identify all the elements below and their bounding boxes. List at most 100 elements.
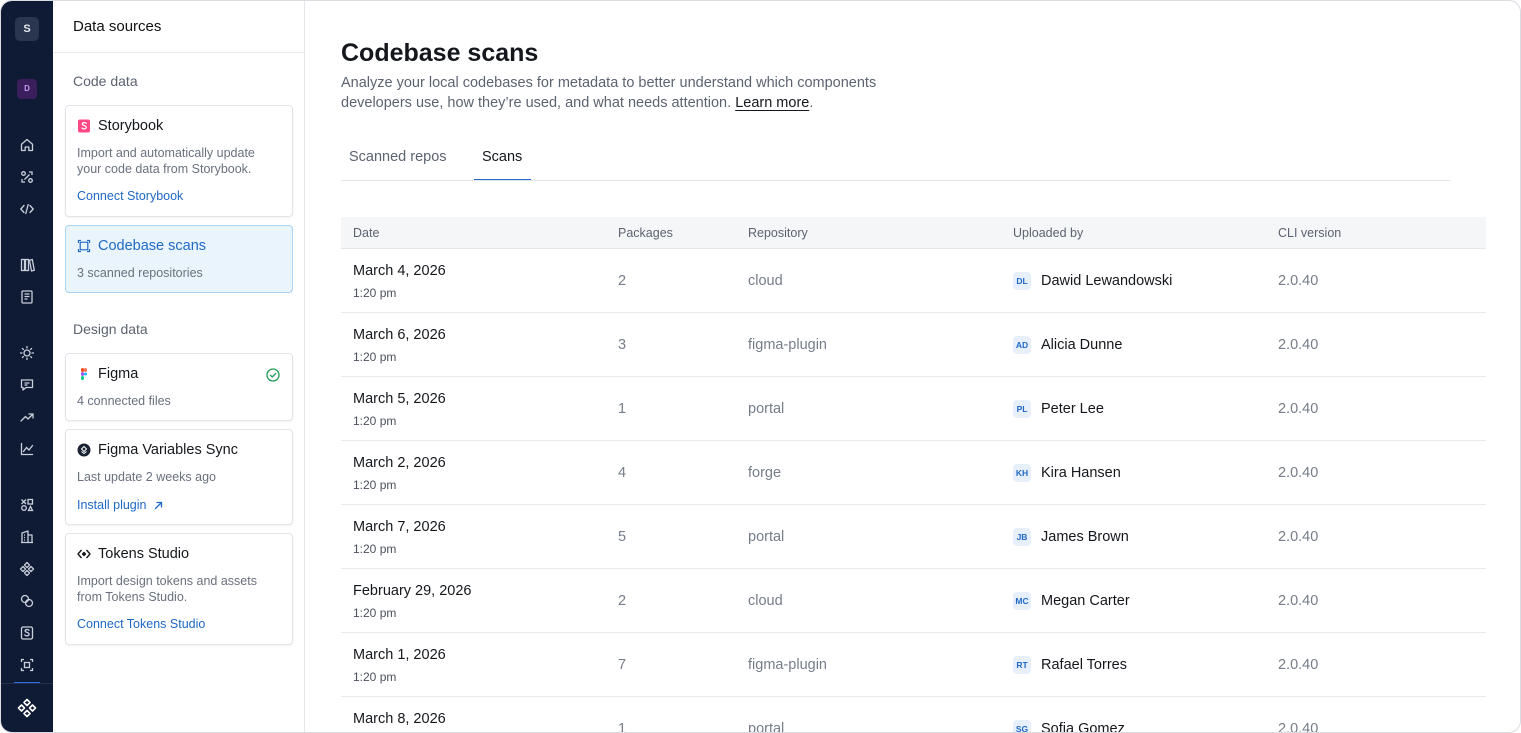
header-uploaded-by[interactable]: Uploaded by	[1013, 226, 1083, 240]
avatar: DL	[1013, 272, 1031, 290]
cli-version: 2.0.40	[1278, 529, 1319, 545]
brand-logo-icon[interactable]	[16, 697, 38, 719]
header-cli-version[interactable]: CLI version	[1278, 226, 1341, 240]
repository-name: figma-plugin	[748, 657, 827, 673]
scan-time: 1:20 pm	[353, 606, 397, 620]
icon-rail: S D	[1, 1, 53, 732]
table-row[interactable]: February 29, 2026 1:20 pm 2 cloud MC Meg…	[341, 569, 1486, 633]
scan-time: 1:20 pm	[353, 542, 397, 556]
scan-date: March 6, 2026	[353, 327, 446, 343]
scan-date: March 1, 2026	[353, 647, 446, 663]
tokens-studio-description: Import design tokens and assets from Tok…	[77, 574, 257, 604]
uploader-name: Kira Hansen	[1041, 465, 1121, 481]
uploader: DL Dawid Lewandowski	[1013, 272, 1172, 290]
install-plugin-link[interactable]: Install plugin	[77, 498, 164, 512]
uploader: KH Kira Hansen	[1013, 464, 1121, 482]
tab-scans[interactable]: Scans	[474, 149, 531, 181]
table-row[interactable]: March 1, 2026 1:20 pm 7 figma-plugin RT …	[341, 633, 1486, 697]
table-header: Date Packages Repository Uploaded by CLI…	[341, 217, 1486, 249]
scan-time: 1:20 pm	[353, 350, 397, 364]
uploader-name: Megan Carter	[1041, 593, 1130, 609]
tokens-studio-card[interactable]: Tokens Studio Import design tokens and a…	[65, 533, 293, 645]
connect-tokens-studio-label[interactable]: Connect Tokens Studio	[77, 617, 205, 631]
components-icon[interactable]	[19, 169, 35, 185]
uploader: MC Megan Carter	[1013, 592, 1130, 610]
page-title: Codebase scans	[341, 39, 539, 67]
shapes-icon[interactable]	[19, 497, 35, 513]
component-diamond-icon[interactable]	[19, 561, 35, 577]
panel-title: Data sources	[73, 18, 162, 35]
tab-underline-track	[341, 180, 1450, 181]
table-row[interactable]: March 4, 2026 1:20 pm 2 cloud DL Dawid L…	[341, 249, 1486, 313]
table-row[interactable]: March 7, 2026 1:20 pm 5 portal JB James …	[341, 505, 1486, 569]
table-row[interactable]: March 2, 2026 1:20 pm 4 forge KH Kira Ha…	[341, 441, 1486, 505]
storybook-card[interactable]: Storybook Import and automatically updat…	[65, 105, 293, 217]
header-date[interactable]: Date	[353, 226, 379, 240]
header-packages[interactable]: Packages	[618, 226, 673, 240]
packages-count: 3	[618, 337, 627, 353]
connect-storybook-link[interactable]: Connect Storybook	[77, 189, 183, 203]
uploader-name: James Brown	[1041, 529, 1129, 545]
figma-icon	[77, 367, 91, 381]
codebase-scans-description: 3 scanned repositories	[77, 266, 203, 280]
tab-scanned-repos[interactable]: Scanned repos	[349, 149, 447, 181]
figma-description: 4 connected files	[77, 394, 171, 408]
app-window: S D Data sources Code data Storybook Imp…	[0, 0, 1521, 733]
panel-divider	[53, 52, 304, 53]
avatar: MC	[1013, 592, 1031, 610]
packages-count: 1	[618, 721, 627, 733]
packages-count: 4	[618, 465, 627, 481]
uploader: JB James Brown	[1013, 528, 1129, 546]
packages-count: 7	[618, 657, 627, 673]
figma-variables-sync-card[interactable]: Figma Variables Sync Last update 2 weeks…	[65, 429, 293, 525]
home-icon[interactable]	[19, 137, 35, 153]
storybook-rail-icon[interactable]	[19, 625, 35, 641]
learn-more-link[interactable]: Learn more	[735, 95, 809, 111]
uploader-name: Dawid Lewandowski	[1041, 273, 1173, 289]
table-body: March 4, 2026 1:20 pm 2 cloud DL Dawid L…	[341, 249, 1486, 733]
codebase-scans-card[interactable]: Codebase scans 3 scanned repositories	[65, 225, 293, 293]
storybook-title: Storybook	[98, 118, 164, 134]
avatar: AD	[1013, 336, 1031, 354]
lightbulb-icon[interactable]	[19, 345, 35, 361]
codebase-scans-title: Codebase scans	[98, 238, 207, 254]
rail-divider	[1, 683, 53, 684]
figma-card[interactable]: Figma 4 connected files	[65, 353, 293, 421]
tokens-studio-icon	[77, 547, 91, 561]
scan-frame-icon[interactable]	[19, 657, 35, 673]
connect-storybook-label[interactable]: Connect Storybook	[77, 189, 183, 203]
repository-name: forge	[748, 465, 782, 481]
main-content: Codebase scans Analyze your local codeba…	[305, 1, 1520, 733]
table-row[interactable]: March 8, 2026 1:20 pm 1 portal SG Sofia …	[341, 697, 1486, 733]
install-plugin-label[interactable]: Install plugin	[77, 498, 147, 512]
trending-icon[interactable]	[19, 409, 35, 425]
cli-version: 2.0.40	[1278, 593, 1319, 609]
connect-tokens-studio-link[interactable]: Connect Tokens Studio	[77, 617, 205, 631]
library-icon[interactable]	[19, 257, 35, 273]
workspace-switcher[interactable]: S	[15, 17, 39, 41]
project-switcher[interactable]: D	[17, 79, 37, 99]
building-icon[interactable]	[19, 529, 35, 545]
cli-version: 2.0.40	[1278, 273, 1319, 289]
uploader: AD Alicia Dunne	[1013, 336, 1122, 354]
connected-check-icon	[266, 368, 280, 382]
code-icon[interactable]	[19, 201, 35, 217]
repository-name: cloud	[748, 273, 783, 289]
scans-table: Date Packages Repository Uploaded by CLI…	[341, 217, 1486, 733]
tab-bar: Scanned repos Scans	[341, 135, 1450, 181]
avatar: PL	[1013, 400, 1031, 418]
scan-date: March 8, 2026	[353, 711, 446, 727]
header-repository[interactable]: Repository	[748, 226, 808, 240]
repository-name: portal	[748, 529, 785, 545]
feedback-icon[interactable]	[19, 377, 35, 393]
uploader-name: Peter Lee	[1041, 401, 1104, 417]
book-icon[interactable]	[19, 289, 35, 305]
uploader: PL Peter Lee	[1013, 400, 1104, 418]
repository-name: cloud	[748, 593, 783, 609]
analytics-icon[interactable]	[19, 441, 35, 457]
table-row[interactable]: March 6, 2026 1:20 pm 3 figma-plugin AD …	[341, 313, 1486, 377]
scan-time: 1:20 pm	[353, 670, 397, 684]
tokens-icon[interactable]	[19, 593, 35, 609]
table-row[interactable]: March 5, 2026 1:20 pm 1 portal PL Peter …	[341, 377, 1486, 441]
avatar: SG	[1013, 720, 1031, 732]
